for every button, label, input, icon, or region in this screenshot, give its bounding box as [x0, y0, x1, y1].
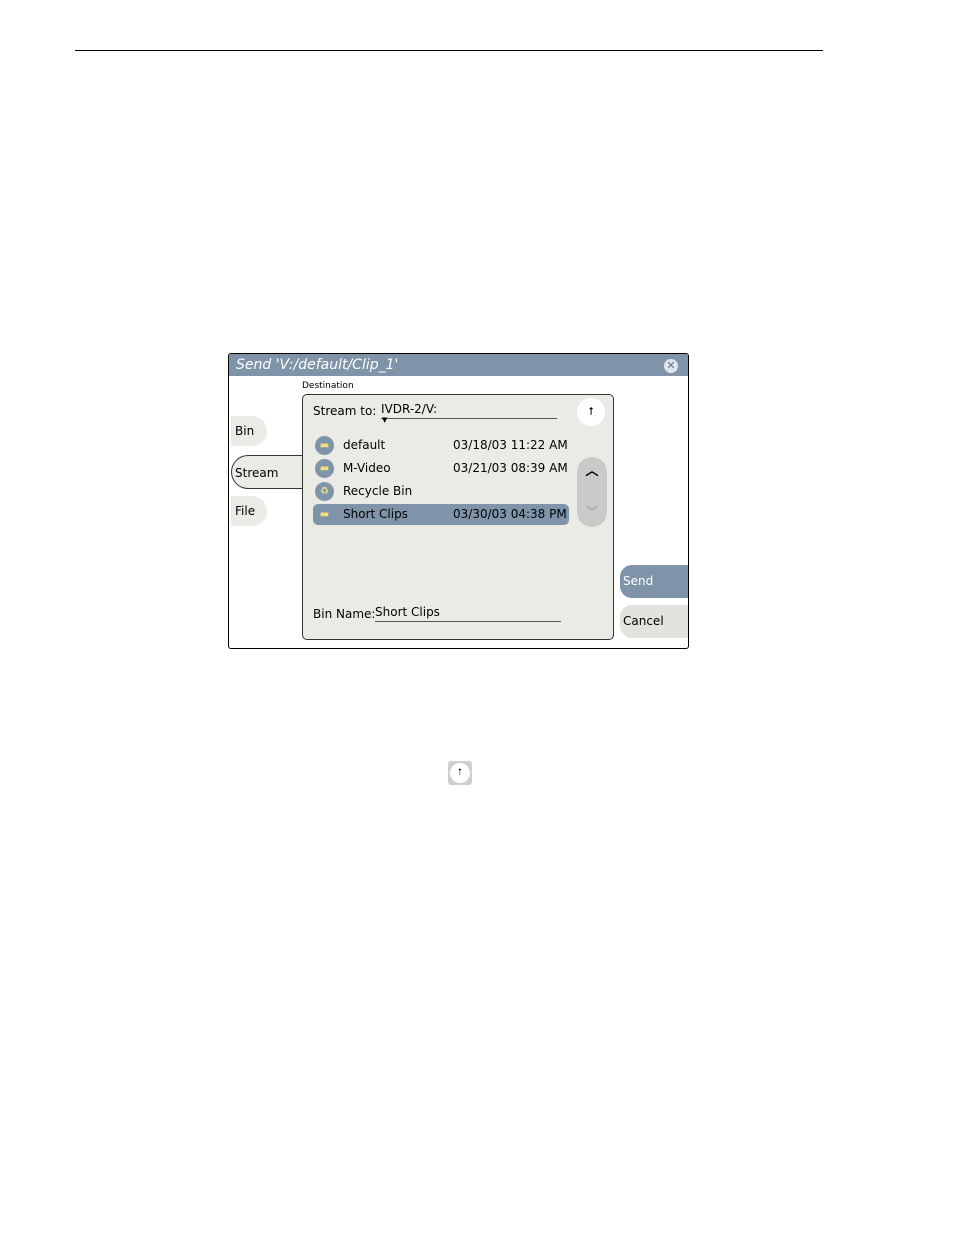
item-name: M-Video	[343, 461, 391, 475]
dropdown-arrow-icon[interactable]: ▼	[382, 416, 387, 424]
destination-panel: Stream to: IVDR-2/V: ▼ ⭡ ▬ default 03/18…	[302, 394, 614, 640]
tab-stream[interactable]: Stream	[231, 455, 303, 489]
list-item[interactable]: ♻ Recycle Bin	[313, 481, 569, 502]
list-item[interactable]: ▬ default 03/18/03 11:22 AM	[313, 435, 569, 456]
dialog-title: Send 'V:/default/Clip_1'	[236, 357, 399, 373]
dialog-titlebar: Send 'V:/default/Clip_1' ✕	[229, 354, 688, 376]
item-date: 03/18/03 11:22 AM	[453, 438, 568, 452]
up-level-icon-sample: ⭡	[448, 761, 472, 785]
scroll-up-icon[interactable]: ︿	[577, 457, 607, 487]
folder-icon: ▬	[315, 436, 334, 455]
close-icon[interactable]: ✕	[664, 359, 678, 373]
folder-icon: ▬	[319, 509, 330, 520]
stream-to-field[interactable]: IVDR-2/V:	[381, 402, 557, 419]
send-button[interactable]: Send	[620, 565, 688, 598]
send-dialog: Send 'V:/default/Clip_1' ✕ Destination B…	[228, 353, 689, 649]
item-date: 03/30/03 04:38 PM	[453, 507, 567, 521]
page-top-rule	[75, 50, 823, 51]
tab-file[interactable]: File	[231, 496, 267, 526]
bin-name-label: Bin Name:	[313, 607, 376, 621]
bin-name-field[interactable]: Short Clips	[375, 605, 561, 622]
up-level-icon: ⭡	[450, 763, 470, 783]
stream-to-label: Stream to:	[313, 404, 377, 418]
tab-bin[interactable]: Bin	[231, 416, 267, 446]
folder-icon: ▬	[315, 459, 334, 478]
scrollbar[interactable]: ︿ ﹀	[577, 457, 607, 527]
item-name: Recycle Bin	[343, 484, 413, 498]
item-date: 03/21/03 08:39 AM	[453, 461, 568, 475]
list-item[interactable]: ▬ M-Video 03/21/03 08:39 AM	[313, 458, 569, 479]
up-level-icon[interactable]: ⭡	[577, 398, 605, 426]
cancel-button[interactable]: Cancel	[620, 605, 688, 638]
destination-label: Destination	[302, 381, 354, 391]
item-name: default	[343, 438, 386, 452]
scroll-down-icon[interactable]: ﹀	[577, 497, 607, 527]
list-item-selected[interactable]: ▬ Short Clips 03/30/03 04:38 PM	[313, 504, 569, 525]
recycle-bin-icon: ♻	[315, 482, 334, 501]
item-name: Short Clips	[343, 507, 408, 521]
